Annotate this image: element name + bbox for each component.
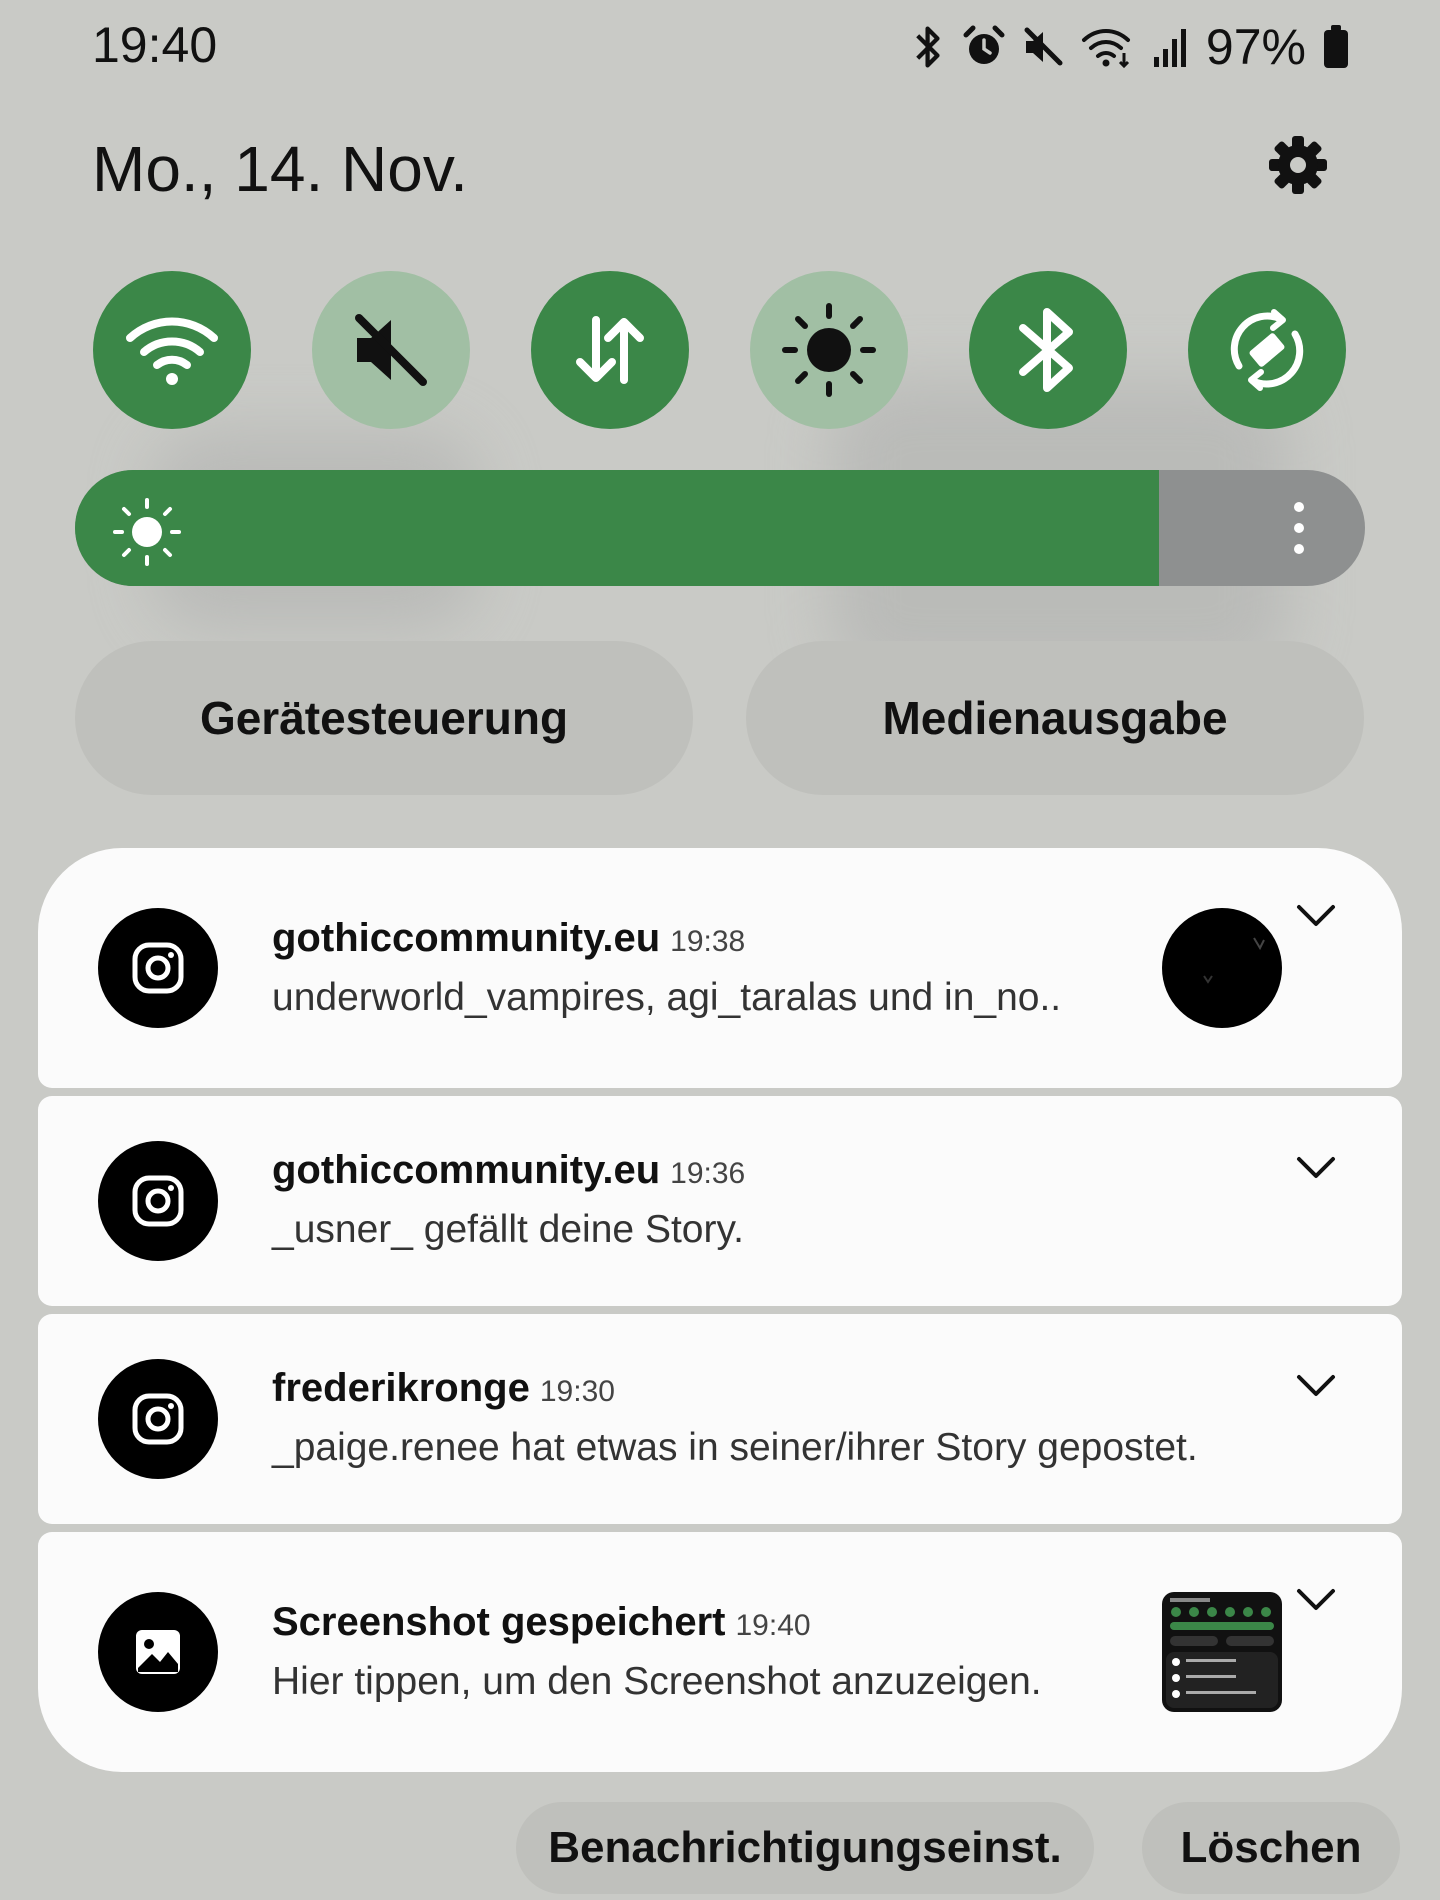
notification-time: 19:36 (670, 1157, 746, 1190)
toggle-mobile-data[interactable] (531, 271, 689, 429)
notification-time: 19:38 (670, 925, 746, 958)
chevron-down-icon[interactable] (1296, 1156, 1336, 1180)
notification-title: frederikronge (272, 1366, 530, 1410)
notification-text: Hier tippen, um den Screenshot anzuzeige… (272, 1660, 1042, 1703)
quick-settings-row (93, 271, 1346, 429)
battery-percent: 97% (1205, 19, 1306, 75)
instagram-icon (98, 1359, 218, 1479)
notification-time: 19:40 (735, 1609, 811, 1642)
mute-icon (1024, 27, 1063, 66)
alarm-icon (963, 25, 1005, 64)
media-output-button[interactable]: Medienausgabe (746, 641, 1364, 795)
bluetooth-icon (916, 26, 940, 68)
image-icon (98, 1592, 218, 1712)
toggle-bluetooth[interactable] (969, 271, 1127, 429)
toggle-wifi[interactable] (93, 271, 251, 429)
notification-item[interactable]: gothiccommunity.eu 19:38 underworld_vampi… (38, 848, 1402, 1088)
signal-icon (1153, 29, 1186, 67)
more-options-icon[interactable] (1293, 498, 1305, 558)
data-transfer-icon (576, 316, 644, 384)
battery-icon (1324, 25, 1348, 68)
wifi-icon (126, 317, 218, 385)
instagram-icon (98, 908, 218, 1028)
notification-item[interactable]: frederikronge 19:30 _paige.renee hat etwa… (38, 1314, 1402, 1524)
instagram-icon (98, 1141, 218, 1261)
notification-header: Screenshot gespeichert 19:40 (272, 1600, 811, 1645)
date: Mo., 14. Nov. (92, 133, 468, 205)
notification-time: 19:30 (539, 1375, 615, 1408)
notification-panel: gothiccommunity.eu 19:38 underworld_vampi… (38, 848, 1402, 1772)
chevron-down-icon[interactable] (1296, 1588, 1336, 1612)
notification-text: underworld_vampires, agi_taralas und in_… (272, 976, 1062, 1019)
chevron-down-icon[interactable] (1296, 904, 1336, 928)
settings-gear-icon[interactable] (1266, 133, 1330, 197)
toggle-dark-mode[interactable] (750, 271, 908, 429)
notification-item[interactable]: gothiccommunity.eu 19:36 _usner_ gefällt … (38, 1096, 1402, 1306)
status-bar: 19:40 97% (0, 0, 1440, 100)
notification-header: gothiccommunity.eu 19:38 (272, 916, 745, 961)
rotate-icon (1230, 309, 1304, 391)
chevron-down-icon[interactable] (1296, 1374, 1336, 1398)
notification-title: gothiccommunity.eu (272, 1148, 661, 1192)
brightness-sun-icon (113, 498, 181, 566)
mute-icon (355, 314, 427, 386)
notification-header: gothiccommunity.eu 19:36 (272, 1148, 745, 1193)
toggle-sound[interactable] (312, 271, 470, 429)
status-time: 19:40 (92, 17, 218, 73)
status-icons: 97% (912, 18, 1350, 76)
wifi-icon (1081, 29, 1130, 69)
notification-title: Screenshot gespeichert (272, 1600, 726, 1644)
clear-all-button[interactable]: Löschen (1142, 1802, 1400, 1894)
notification-title: gothiccommunity.eu (272, 916, 661, 960)
avatar (1162, 908, 1282, 1028)
notification-text: _paige.renee hat etwas in seiner/ihrer S… (272, 1426, 1198, 1469)
brightness-slider[interactable] (75, 470, 1365, 586)
dark-mode-icon (782, 303, 876, 397)
notification-text: _usner_ gefällt deine Story. (272, 1208, 744, 1251)
notification-header: frederikronge 19:30 (272, 1366, 615, 1411)
notification-item[interactable]: Screenshot gespeichert 19:40 Hier tippen,… (38, 1532, 1402, 1772)
screenshot-thumbnail (1162, 1592, 1282, 1712)
toggle-auto-rotate[interactable] (1188, 271, 1346, 429)
device-control-button[interactable]: Gerätesteuerung (75, 641, 693, 795)
bluetooth-icon (1019, 308, 1073, 392)
notification-settings-button[interactable]: Benachrichtigungseinst. (516, 1802, 1094, 1894)
brightness-fill (75, 470, 1159, 586)
